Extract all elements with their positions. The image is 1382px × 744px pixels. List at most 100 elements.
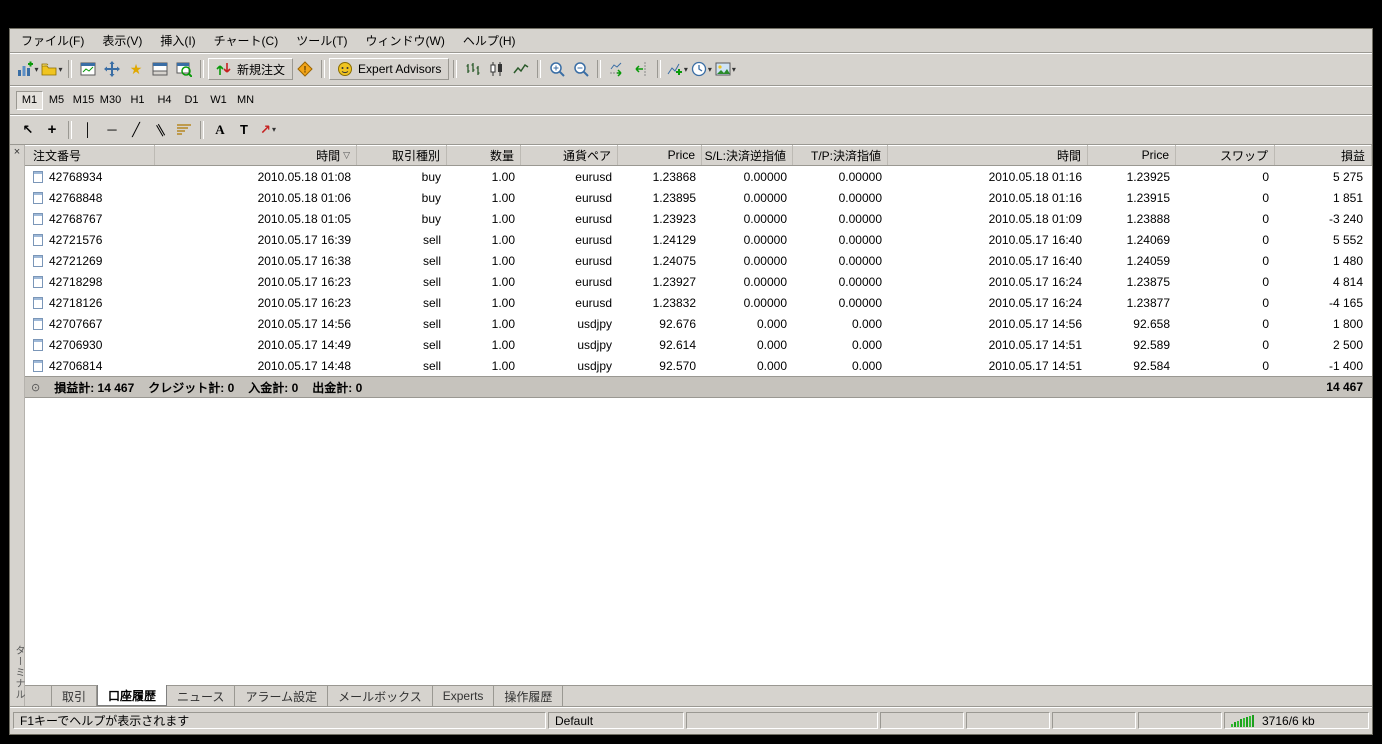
column-symbol[interactable]: 通貨ペア: [521, 145, 618, 165]
order-doc-icon: [33, 317, 43, 330]
table-row[interactable]: 42768848 2010.05.18 01:06 buy 1.00 eurus…: [25, 187, 1372, 208]
menu-item[interactable]: チャート(C): [205, 29, 288, 52]
strategy-tester-button[interactable]: [172, 58, 196, 80]
symbol: usdjpy: [577, 316, 612, 331]
swap: 0: [1262, 358, 1269, 373]
timeframe-button[interactable]: M30: [97, 91, 124, 110]
column-order[interactable]: 注文番号: [25, 145, 155, 165]
menu-item[interactable]: 表示(V): [93, 29, 151, 52]
table-row[interactable]: 42718126 2010.05.17 16:23 sell 1.00 euru…: [25, 292, 1372, 313]
column-close-time[interactable]: 時間: [888, 145, 1088, 165]
close-time: 2010.05.17 16:40: [988, 232, 1082, 247]
timeframe-button[interactable]: H4: [151, 91, 178, 110]
close-price: 1.23875: [1126, 274, 1170, 289]
timeframe-button[interactable]: M15: [70, 91, 97, 110]
table-row[interactable]: 42721269 2010.05.17 16:38 sell 1.00 euru…: [25, 250, 1372, 271]
terminal-icon: [152, 62, 168, 76]
status-segment: [880, 712, 964, 729]
column-stop-loss[interactable]: S/L:決済逆指値: [702, 145, 793, 165]
templates-button[interactable]: ▾: [713, 58, 737, 80]
profiles-button[interactable]: ▾: [40, 58, 64, 80]
vertical-line-button[interactable]: │: [76, 119, 100, 141]
table-row[interactable]: 42768934 2010.05.18 01:08 buy 1.00 eurus…: [25, 166, 1372, 187]
horizontal-line-button[interactable]: ─: [100, 119, 124, 141]
metaeditor-button[interactable]: !: [293, 58, 317, 80]
menu-item[interactable]: ヘルプ(H): [454, 29, 525, 52]
indicators-button[interactable]: ▾: [665, 58, 689, 80]
open-price: 1.23923: [652, 211, 696, 226]
terminal-tab[interactable]: 操作履歴: [494, 686, 564, 706]
timeframe-button[interactable]: H1: [124, 91, 151, 110]
column-profit[interactable]: 損益: [1275, 145, 1372, 165]
timeframe-button[interactable]: M5: [43, 91, 70, 110]
text-icon: A: [215, 122, 225, 137]
text-button[interactable]: A: [208, 119, 232, 141]
new-order-button[interactable]: 新規注文: [208, 58, 294, 80]
auto-scroll-button[interactable]: [605, 58, 629, 80]
terminal-button[interactable]: [148, 58, 172, 80]
terminal-tab[interactable]: メールボックス: [328, 686, 433, 706]
text-label-button[interactable]: T: [232, 119, 256, 141]
table-row[interactable]: 42768767 2010.05.18 01:05 buy 1.00 eurus…: [25, 208, 1372, 229]
menu-item[interactable]: ツール(T): [287, 29, 356, 52]
column-open-price[interactable]: Price: [618, 145, 702, 165]
terminal-tab[interactable]: Experts: [433, 686, 495, 706]
zoom-in-button[interactable]: [545, 58, 569, 80]
terminal-close-button[interactable]: ×: [11, 147, 23, 159]
column-close-price[interactable]: Price: [1088, 145, 1176, 165]
column-swap[interactable]: スワップ: [1176, 145, 1275, 165]
column-size[interactable]: 数量: [447, 145, 521, 165]
order-doc-icon: [33, 275, 43, 288]
new-chart-button[interactable]: ▾: [16, 58, 40, 80]
table-row[interactable]: 42721576 2010.05.17 16:39 sell 1.00 euru…: [25, 229, 1372, 250]
timeframe-button[interactable]: W1: [205, 91, 232, 110]
menu-item[interactable]: 挿入(I): [151, 29, 204, 52]
open-price: 1.24129: [652, 232, 696, 247]
cursor-button[interactable]: ↖: [16, 119, 40, 141]
close-price: 1.23877: [1126, 295, 1170, 310]
market-watch-button[interactable]: [76, 58, 100, 80]
periods-button[interactable]: ▾: [689, 58, 713, 80]
table-row[interactable]: 42707667 2010.05.17 14:56 sell 1.00 usdj…: [25, 313, 1372, 334]
chart-shift-button[interactable]: [629, 58, 653, 80]
bar-chart-button[interactable]: [461, 58, 485, 80]
crosshair-button[interactable]: +: [40, 119, 64, 141]
zoom-out-button[interactable]: [569, 58, 593, 80]
table-row[interactable]: 42718298 2010.05.17 16:23 sell 1.00 euru…: [25, 271, 1372, 292]
menu-item[interactable]: ファイル(F): [12, 29, 93, 52]
order-doc-icon: [33, 191, 43, 204]
fibonacci-button[interactable]: [172, 119, 196, 141]
sort-desc-icon: ▽: [343, 149, 350, 160]
column-type[interactable]: 取引種別: [357, 145, 447, 165]
indicators-icon: [667, 63, 682, 75]
take-profit: 0.000: [851, 358, 882, 373]
terminal-tab[interactable]: 口座履歴: [97, 685, 168, 706]
column-open-time[interactable]: 時間 ▽: [155, 145, 357, 165]
data-window-button[interactable]: [100, 58, 124, 80]
open-price: 1.24075: [652, 253, 696, 268]
menu-item[interactable]: ウィンドウ(W): [357, 29, 454, 52]
close-time: 2010.05.18 01:16: [988, 169, 1082, 184]
terminal-tab[interactable]: アラーム設定: [235, 686, 329, 706]
trendline-button[interactable]: ╱: [124, 119, 148, 141]
stop-loss: 0.00000: [743, 274, 787, 289]
terminal-tab[interactable]: 取引: [51, 686, 98, 706]
table-row[interactable]: 42706814 2010.05.17 14:48 sell 1.00 usdj…: [25, 355, 1372, 376]
channel-icon: ∥: [153, 121, 167, 138]
navigator-button[interactable]: ★: [124, 58, 148, 80]
expert-advisors-button[interactable]: Expert Advisors: [329, 58, 450, 80]
lot-size: 1.00: [491, 295, 515, 310]
channel-button[interactable]: ∥: [148, 119, 172, 141]
terminal-tab[interactable]: ニュース: [167, 686, 236, 706]
table-row[interactable]: 42706930 2010.05.17 14:49 sell 1.00 usdj…: [25, 334, 1372, 355]
line-chart-button[interactable]: [509, 58, 533, 80]
open-time: 2010.05.17 16:23: [257, 274, 351, 289]
candlestick-button[interactable]: [485, 58, 509, 80]
timeframe-button[interactable]: D1: [178, 91, 205, 110]
column-take-profit[interactable]: T/P:決済指値: [793, 145, 888, 165]
status-profile[interactable]: Default: [548, 712, 684, 729]
arrows-button[interactable]: ↗ ▾: [256, 119, 280, 141]
chevron-down-icon: ▾: [731, 64, 736, 74]
timeframe-button[interactable]: M1: [16, 90, 43, 110]
timeframe-button[interactable]: MN: [232, 91, 259, 110]
